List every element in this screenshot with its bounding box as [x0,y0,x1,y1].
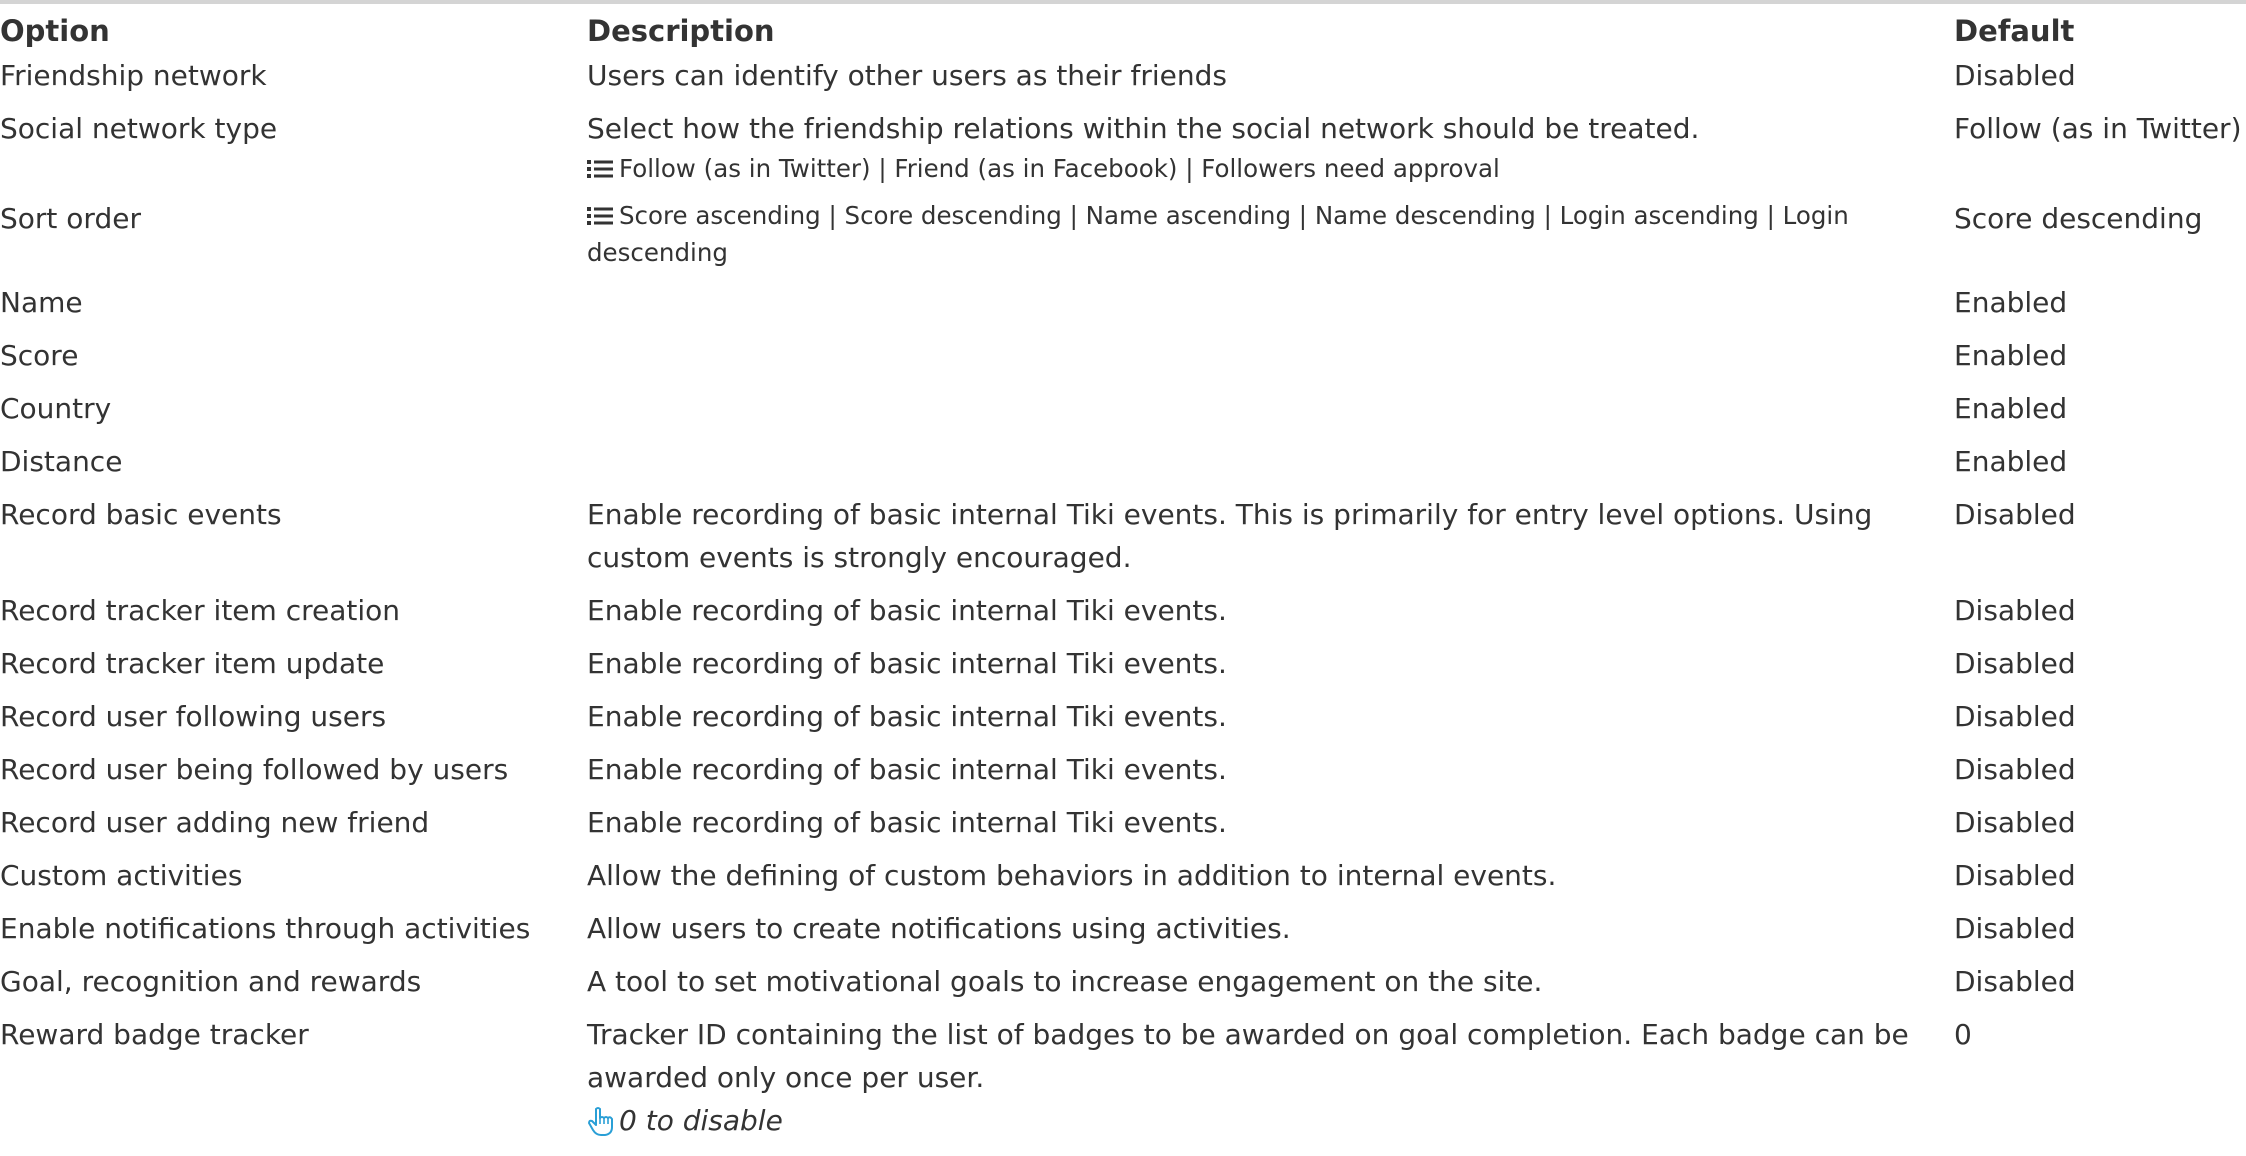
option-default: Disabled [1954,859,2076,892]
preferences-table-viewport: Option Description Default Friendship ne… [0,0,2246,1156]
option-default: Disabled [1954,498,2076,531]
option-name: Distance [0,445,123,478]
option-description: Allow the defining of custom behaviors i… [587,859,1557,892]
option-name: Country [0,392,112,425]
table-row: Record tracker item update Enable record… [0,642,2246,695]
option-name: Social network type [0,112,278,145]
option-default: Enabled [1954,445,2068,478]
option-hint: 0 to disable [587,1099,1944,1142]
option-description-cell [577,281,1944,334]
option-description-cell: Score ascending | Score descending | Nam… [577,197,1944,281]
pointing-hand-icon [588,1107,613,1136]
option-description-cell [577,387,1944,440]
list-icon [587,160,613,178]
option-default: Disabled [1954,647,2076,680]
option-default: Disabled [1954,806,2076,839]
table-body: Friendship network Users can identify ot… [0,54,2246,1152]
option-description: Tracker ID containing the list of badges… [587,1018,1909,1094]
option-description: A tool to set motivational goals to incr… [587,965,1543,998]
option-description-cell: A tool to set motivational goals to incr… [577,960,1944,1013]
option-name: Custom activities [0,859,243,892]
option-description-cell: Allow the defining of custom behaviors i… [577,854,1944,907]
option-description-cell: Select how the friendship relations with… [577,107,1944,197]
table-row: Custom activities Allow the defining of … [0,854,2246,907]
preferences-table: Option Description Default Friendship ne… [0,0,2246,1152]
option-name: Record user adding new friend [0,806,430,839]
list-icon [587,207,613,225]
option-name: Record user being followed by users [0,753,509,786]
option-description: Enable recording of basic internal Tiki … [587,806,1227,839]
table-row: Record user adding new friend Enable rec… [0,801,2246,854]
option-default: Disabled [1954,912,2076,945]
option-default: Enabled [1954,339,2068,372]
table-row: Score Enabled [0,334,2246,387]
option-default: Disabled [1954,753,2076,786]
table-row: Social network type Select how the frien… [0,107,2246,197]
option-description-cell: Enable recording of basic internal Tiki … [577,642,1944,695]
option-name: Friendship network [0,59,267,92]
option-name: Record tracker item update [0,647,385,680]
option-values-text: Score ascending | Score descending | Nam… [587,201,1849,267]
option-name: Name [0,286,83,319]
table-row: Record tracker item creation Enable reco… [0,589,2246,642]
table-row: Record user being followed by users Enab… [0,748,2246,801]
option-description-cell: Enable recording of basic internal Tiki … [577,801,1944,854]
option-values: Follow (as in Twitter) | Friend (as in F… [587,150,1944,187]
option-name: Record user following users [0,700,387,733]
option-name: Sort order [0,202,141,235]
option-default: Disabled [1954,594,2076,627]
option-description-cell [577,440,1944,493]
table-row: Record basic events Enable recording of … [0,493,2246,589]
option-name: Record basic events [0,498,282,531]
option-default: Disabled [1954,965,2076,998]
option-description-cell: Enable recording of basic internal Tiki … [577,748,1944,801]
column-header-option: Option [0,14,110,48]
option-default: Follow (as in Twitter) [1954,112,2242,145]
option-description: Enable recording of basic internal Tiki … [587,594,1227,627]
option-description: Enable recording of basic internal Tiki … [587,498,1873,574]
table-row: Distance Enabled [0,440,2246,493]
option-name: Reward badge tracker [0,1018,309,1051]
option-description-cell: Allow users to create notifications usin… [577,907,1944,960]
option-values-text: Follow (as in Twitter) | Friend (as in F… [619,154,1500,183]
option-name: Score [0,339,79,372]
option-default: Disabled [1954,59,2076,92]
option-default: Disabled [1954,700,2076,733]
table-row: Friendship network Users can identify ot… [0,54,2246,107]
option-name: Enable notifications through activities [0,912,531,945]
option-description-cell: Tracker ID containing the list of badges… [577,1013,1944,1152]
option-description: Select how the friendship relations with… [587,112,1700,145]
table-row: Record user following users Enable recor… [0,695,2246,748]
table-row: Enable notifications through activities … [0,907,2246,960]
option-name: Goal, recognition and rewards [0,965,422,998]
table-row: Sort order Score ascending | Score desce… [0,197,2246,281]
option-description-cell: Enable recording of basic internal Tiki … [577,493,1944,589]
table-row: Reward badge tracker Tracker ID containi… [0,1013,2246,1152]
option-description: Allow users to create notifications usin… [587,912,1291,945]
option-description: Enable recording of basic internal Tiki … [587,753,1227,786]
option-description-cell: Users can identify other users as their … [577,54,1944,107]
table-row: Country Enabled [0,387,2246,440]
option-hint-text: 0 to disable [619,1104,783,1137]
option-description: Users can identify other users as their … [587,59,1227,92]
option-description: Enable recording of basic internal Tiki … [587,647,1227,680]
table-header-row: Option Description Default [0,0,2246,54]
option-default: 0 [1954,1018,1972,1051]
table-row: Name Enabled [0,281,2246,334]
option-default: Score descending [1954,202,2203,235]
option-default: Enabled [1954,392,2068,425]
column-header-description: Description [587,14,775,48]
column-header-default: Default [1954,14,2075,48]
option-default: Enabled [1954,286,2068,319]
option-description: Enable recording of basic internal Tiki … [587,700,1227,733]
option-description-cell [577,334,1944,387]
option-description-cell: Enable recording of basic internal Tiki … [577,695,1944,748]
option-name: Record tracker item creation [0,594,401,627]
table-row: Goal, recognition and rewards A tool to … [0,960,2246,1013]
option-values: Score ascending | Score descending | Nam… [587,197,1944,271]
option-description-cell: Enable recording of basic internal Tiki … [577,589,1944,642]
